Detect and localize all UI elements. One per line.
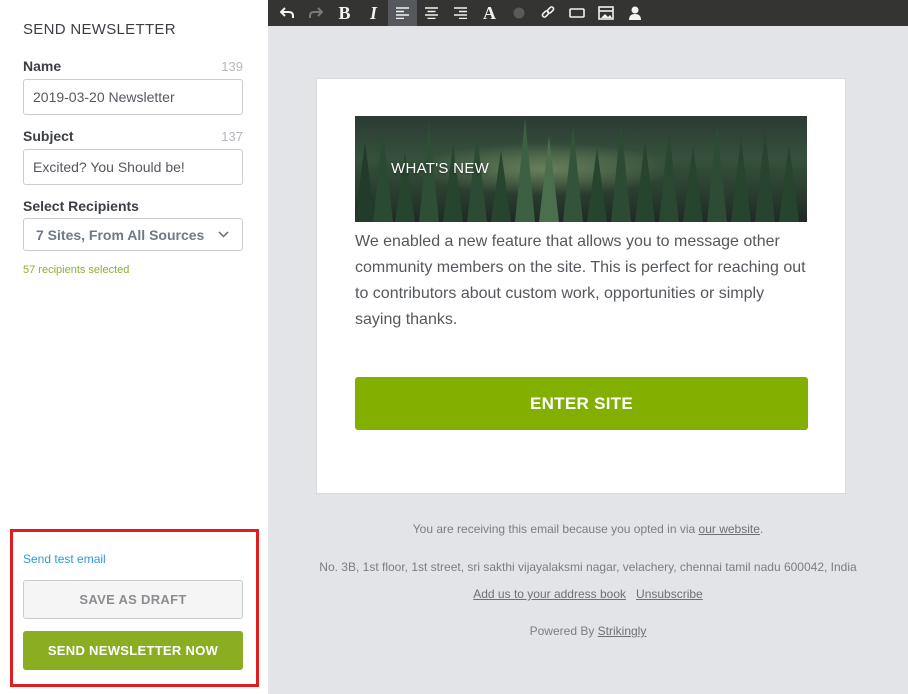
chevron-down-icon	[216, 228, 230, 242]
subject-char-count: 137	[221, 129, 243, 144]
font-icon[interactable]: A	[475, 0, 504, 26]
align-center-icon[interactable]	[417, 0, 446, 26]
email-card: WHAT'S NEW We enabled a new feature that…	[316, 78, 846, 494]
send-newsletter-button[interactable]: SEND NEWSLETTER NOW	[23, 631, 243, 670]
hero-title: WHAT'S NEW	[391, 160, 490, 177]
button-icon[interactable]	[562, 0, 591, 26]
opt-in-suffix: .	[759, 522, 764, 536]
redo-icon[interactable]	[301, 0, 330, 26]
name-char-count: 139	[221, 59, 243, 74]
powered-by: Powered By Strikingly	[268, 624, 908, 638]
align-right-icon[interactable]	[446, 0, 475, 26]
image-icon[interactable]	[591, 0, 620, 26]
link-icon[interactable]	[533, 0, 562, 26]
powered-by-text: Powered By	[529, 624, 595, 638]
subject-label: Subject	[23, 128, 74, 144]
sidebar: SEND NEWSLETTER Name 139 Subject 137 Sel…	[0, 0, 268, 694]
recipients-select-value: 7 Sites, From All Sources	[36, 226, 205, 243]
opt-in-text: You are receiving this email because you…	[412, 522, 696, 536]
strikingly-link[interactable]: Strikingly	[598, 624, 647, 638]
send-test-email-link[interactable]: Send test email	[23, 552, 106, 566]
editor-toolbar: B I A	[268, 0, 908, 26]
color-icon[interactable]	[504, 0, 533, 26]
postal-address: No. 3B, 1st floor, 1st street, sri sakth…	[319, 560, 857, 574]
subject-input[interactable]	[23, 149, 243, 185]
email-preview-canvas: WHAT'S NEW We enabled a new feature that…	[268, 26, 908, 694]
recipients-summary: 57 recipients selected	[23, 264, 130, 276]
hero-image: WHAT'S NEW	[355, 116, 807, 222]
unsubscribe-link[interactable]: Unsubscribe	[636, 587, 703, 601]
opt-in-notice: You are receiving this email because you…	[268, 522, 908, 536]
recipients-select[interactable]: 7 Sites, From All Sources	[23, 218, 243, 251]
name-input[interactable]	[23, 79, 243, 115]
sidebar-title: SEND NEWSLETTER	[23, 21, 176, 38]
bold-icon[interactable]: B	[330, 0, 359, 26]
align-left-icon[interactable]	[388, 0, 417, 26]
our-website-link[interactable]: our website	[699, 522, 760, 536]
save-as-draft-button[interactable]: SAVE AS DRAFT	[23, 580, 243, 619]
footer-links: Add us to your address book Unsubscribe	[268, 587, 908, 601]
email-body-text[interactable]: We enabled a new feature that allows you…	[355, 229, 809, 333]
address-book-link[interactable]: Add us to your address book	[473, 587, 626, 601]
name-label: Name	[23, 58, 62, 74]
recipients-label: Select Recipients	[23, 198, 139, 214]
enter-site-button[interactable]: ENTER SITE	[355, 377, 808, 430]
italic-icon[interactable]: I	[359, 0, 388, 26]
undo-icon[interactable]	[272, 0, 301, 26]
user-icon[interactable]	[620, 0, 649, 26]
